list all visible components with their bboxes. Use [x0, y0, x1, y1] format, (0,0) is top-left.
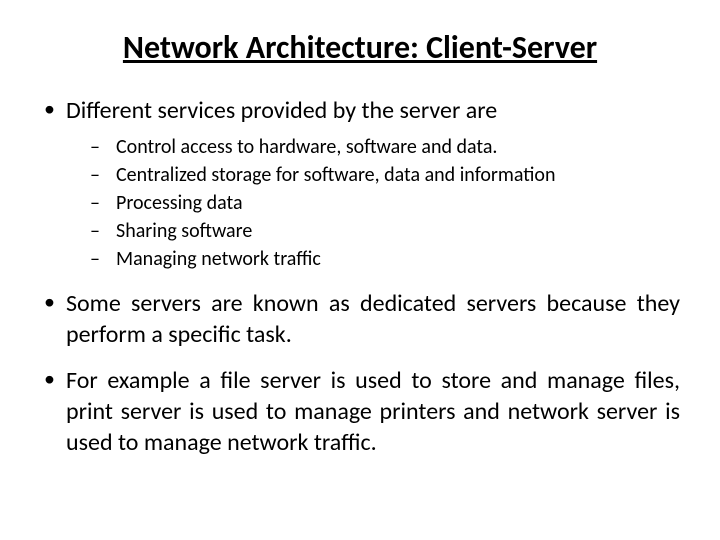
slide-title: Network Architecture: Client-Server: [40, 28, 680, 67]
bullet-item: • Different services provided by the ser…: [40, 95, 680, 126]
bullet-marker: •: [40, 288, 66, 317]
sub-text: Centralized storage for software, data a…: [116, 162, 555, 188]
sub-text: Processing data: [116, 190, 243, 216]
sub-list: – Control access to hardware, software a…: [90, 134, 680, 272]
sub-item: – Control access to hardware, software a…: [90, 134, 680, 160]
sub-text: Control access to hardware, software and…: [116, 134, 497, 160]
sub-item: – Centralized storage for software, data…: [90, 162, 680, 188]
dash-marker: –: [90, 190, 116, 216]
sub-text: Managing network traffic: [116, 246, 321, 272]
bullet-item: • Some servers are known as dedicated se…: [40, 288, 680, 350]
bullet-text: Different services provided by the serve…: [66, 95, 497, 126]
dash-marker: –: [90, 218, 116, 244]
sub-item: – Processing data: [90, 190, 680, 216]
dash-marker: –: [90, 162, 116, 188]
bullet-marker: •: [40, 365, 66, 394]
bullet-text: Some servers are known as dedicated serv…: [66, 288, 680, 350]
bullet-marker: •: [40, 95, 66, 124]
sub-item: – Managing network traffic: [90, 246, 680, 272]
dash-marker: –: [90, 246, 116, 272]
sub-text: Sharing software: [116, 218, 252, 244]
dash-marker: –: [90, 134, 116, 160]
bullet-item: • For example a file server is used to s…: [40, 365, 680, 459]
bullet-text: For example a file server is used to sto…: [66, 365, 680, 459]
sub-item: – Sharing software: [90, 218, 680, 244]
